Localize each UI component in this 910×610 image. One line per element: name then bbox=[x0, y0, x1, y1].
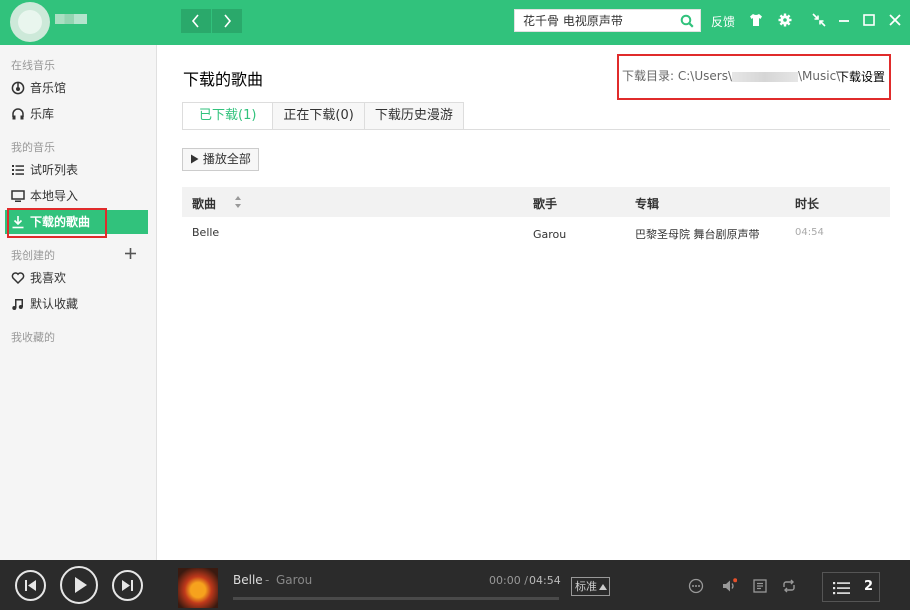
music-note-icon bbox=[12, 299, 23, 310]
tab-download-history[interactable]: 下载历史漫游 bbox=[363, 102, 464, 130]
sidebar-item-library[interactable]: 乐库 bbox=[5, 102, 148, 126]
gear-icon[interactable] bbox=[777, 12, 793, 28]
play-button[interactable] bbox=[60, 566, 98, 604]
skin-tshirt-icon[interactable] bbox=[748, 12, 764, 28]
progress-bar[interactable] bbox=[233, 597, 559, 600]
top-bar: 反馈 bbox=[0, 0, 910, 45]
time-current: 00:00 / bbox=[489, 574, 528, 587]
search-input[interactable] bbox=[515, 10, 675, 31]
monitor-icon bbox=[11, 190, 25, 202]
sidebar-item-trial-list[interactable]: 试听列表 bbox=[5, 158, 148, 182]
username-blurred[interactable] bbox=[55, 14, 87, 24]
time-total: 04:54 bbox=[529, 574, 561, 587]
forward-button[interactable] bbox=[212, 9, 242, 33]
table-row[interactable]: Belle Garou 巴黎圣母院 舞台剧原声带 04:54 bbox=[182, 217, 890, 247]
sidebar-group-collected: 我收藏的 bbox=[11, 331, 55, 344]
minimize-icon[interactable] bbox=[836, 12, 852, 28]
chevron-right-icon bbox=[224, 14, 232, 28]
lyrics-icon[interactable] bbox=[752, 578, 768, 594]
now-playing-song[interactable]: Belle bbox=[233, 573, 263, 587]
table-header: 歌曲 歌手 专辑 时长 bbox=[182, 187, 890, 217]
quality-label: 标准 bbox=[575, 580, 597, 593]
playlist-count: 2 bbox=[864, 579, 874, 594]
sidebar-item-label: 本地导入 bbox=[30, 189, 79, 203]
sidebar-item-label: 试听列表 bbox=[30, 163, 79, 177]
highlight-box-sidebar bbox=[7, 208, 107, 238]
row-artist[interactable]: Garou bbox=[533, 228, 566, 241]
sidebar-item-default-collection[interactable]: 默认收藏 bbox=[5, 292, 148, 316]
list-icon bbox=[12, 165, 24, 175]
sidebar: 在线音乐 音乐馆 乐库 我的音乐 试听列表 本地导入 下载的歌曲 我创建的 我喜… bbox=[0, 45, 157, 560]
row-duration: 04:54 bbox=[795, 227, 824, 238]
sidebar-item-label: 音乐馆 bbox=[30, 81, 67, 95]
sort-icon[interactable] bbox=[234, 195, 242, 209]
chevron-up-icon bbox=[599, 584, 607, 590]
sidebar-item-music-hall[interactable]: 音乐馆 bbox=[5, 76, 148, 100]
repeat-icon[interactable] bbox=[781, 578, 797, 594]
highlight-box-download-dir bbox=[617, 54, 891, 100]
next-icon bbox=[122, 580, 133, 591]
feedback-link[interactable]: 反馈 bbox=[711, 13, 735, 30]
player-bar: Belle - Garou 00:00 / 04:54 标准 2 bbox=[0, 560, 910, 610]
column-duration[interactable]: 时长 bbox=[795, 195, 819, 212]
play-icon bbox=[191, 154, 199, 164]
column-artist[interactable]: 歌手 bbox=[533, 195, 557, 212]
page-title: 下载的歌曲 bbox=[183, 70, 264, 89]
column-song[interactable]: 歌曲 bbox=[192, 195, 216, 212]
now-playing-separator: - bbox=[265, 573, 270, 587]
tab-downloading[interactable]: 正在下载(0) bbox=[272, 102, 365, 130]
column-album[interactable]: 专辑 bbox=[635, 195, 659, 212]
tab-downloaded[interactable]: 已下载(1) bbox=[182, 102, 274, 130]
search-icon[interactable] bbox=[680, 14, 694, 28]
main-content: 下载的歌曲 下载目录: C:\Users\ \Music\ 下载设置 已下载(1)… bbox=[157, 45, 910, 560]
avatar[interactable] bbox=[10, 2, 50, 42]
tab-bar: 已下载(1) 正在下载(0) 下载历史漫游 bbox=[182, 102, 464, 130]
mini-mode-icon[interactable] bbox=[811, 12, 827, 28]
album-cover[interactable] bbox=[178, 568, 218, 608]
quality-selector[interactable]: 标准 bbox=[571, 577, 610, 596]
music-hall-icon bbox=[11, 81, 25, 95]
tab-divider bbox=[182, 129, 890, 130]
add-playlist-icon[interactable] bbox=[124, 247, 137, 260]
sidebar-item-local-import[interactable]: 本地导入 bbox=[5, 184, 148, 208]
maximize-icon[interactable] bbox=[861, 12, 877, 28]
sidebar-item-my-favorites[interactable]: 我喜欢 bbox=[5, 266, 148, 290]
row-song[interactable]: Belle bbox=[192, 226, 219, 239]
sidebar-group-created: 我创建的 bbox=[11, 249, 55, 262]
play-all-label: 播放全部 bbox=[202, 152, 251, 166]
heart-icon bbox=[11, 272, 25, 285]
headphones-icon bbox=[12, 108, 24, 120]
row-album[interactable]: 巴黎圣母院 舞台剧原声带 bbox=[635, 226, 760, 242]
back-button[interactable] bbox=[181, 9, 211, 33]
sidebar-item-label: 默认收藏 bbox=[30, 297, 79, 311]
next-button[interactable] bbox=[112, 570, 143, 601]
sidebar-group-my-music: 我的音乐 bbox=[11, 141, 55, 154]
playlist-icon bbox=[833, 582, 850, 595]
now-playing-artist[interactable]: Garou bbox=[276, 573, 312, 587]
sidebar-item-label: 我喜欢 bbox=[30, 271, 67, 285]
previous-icon bbox=[25, 580, 36, 591]
play-icon bbox=[75, 577, 87, 593]
chevron-left-icon bbox=[191, 14, 199, 28]
volume-icon[interactable] bbox=[721, 578, 737, 594]
search-box bbox=[514, 9, 701, 32]
playlist-button[interactable]: 2 bbox=[822, 572, 880, 602]
previous-button[interactable] bbox=[15, 570, 46, 601]
play-all-button[interactable]: 播放全部 bbox=[182, 148, 259, 171]
sidebar-group-online: 在线音乐 bbox=[11, 59, 55, 72]
sidebar-item-label: 乐库 bbox=[30, 107, 55, 121]
close-icon[interactable] bbox=[887, 12, 903, 28]
more-icon[interactable] bbox=[688, 578, 704, 594]
